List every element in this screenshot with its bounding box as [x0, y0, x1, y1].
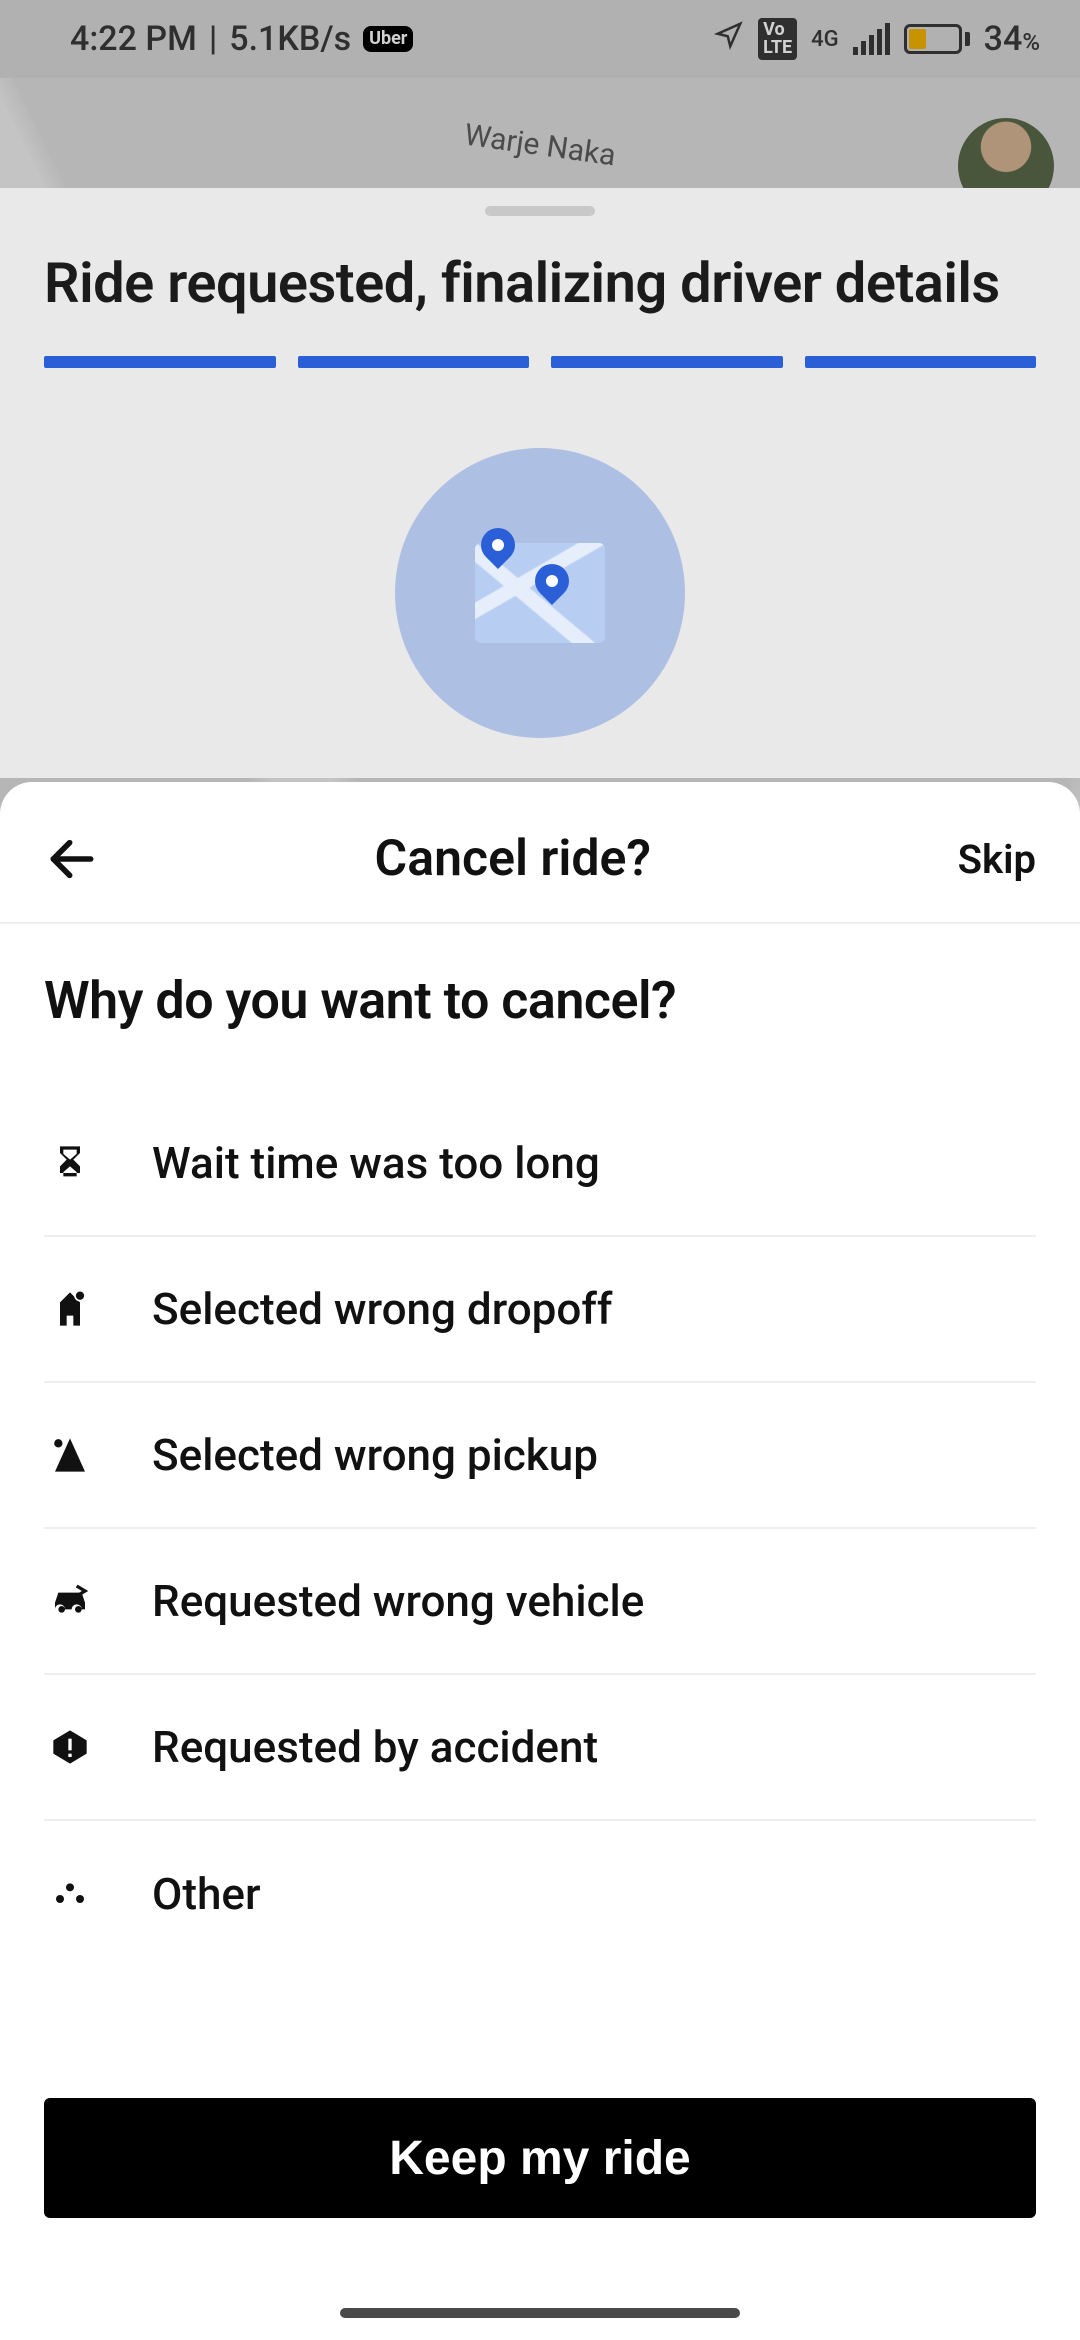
home-indicator[interactable]: [340, 2308, 740, 2318]
skip-button[interactable]: Skip: [958, 836, 1036, 883]
cta-wrap: Keep my ride: [0, 2068, 1080, 2340]
reason-label: Wait time was too long: [152, 1137, 600, 1189]
cancel-ride-modal: Cancel ride? Skip Why do you want to can…: [0, 782, 1080, 2340]
reason-label: Other: [152, 1868, 261, 1920]
reason-label: Selected wrong dropoff: [152, 1283, 612, 1335]
wrong-pickup-icon: [44, 1435, 92, 1475]
wrong-vehicle-icon: [44, 1581, 92, 1621]
progress-segment: [805, 356, 1037, 368]
finding-driver-sheet: Ride requested, finalizing driver detail…: [0, 188, 1080, 778]
reason-wrong-dropoff[interactable]: Selected wrong dropoff: [44, 1237, 1036, 1383]
progress-segment: [44, 356, 276, 368]
status-title: Ride requested, finalizing driver detail…: [0, 216, 1080, 356]
reason-wait-too-long[interactable]: Wait time was too long: [44, 1091, 1036, 1237]
progress-bar: [0, 356, 1080, 368]
reason-label: Requested wrong vehicle: [152, 1575, 644, 1627]
modal-title: Cancel ride?: [68, 830, 958, 888]
wrong-dropoff-icon: [44, 1289, 92, 1329]
keep-ride-button[interactable]: Keep my ride: [44, 2098, 1036, 2218]
cancel-question: Why do you want to cancel?: [44, 970, 1036, 1031]
progress-segment: [298, 356, 530, 368]
modal-header: Cancel ride? Skip: [0, 782, 1080, 924]
finding-illustration: [395, 448, 685, 738]
reason-label: Requested by accident: [152, 1721, 598, 1773]
reason-other[interactable]: Other: [44, 1821, 1036, 1967]
reason-accident[interactable]: Requested by accident: [44, 1675, 1036, 1821]
other-icon: [44, 1874, 92, 1914]
reason-wrong-pickup[interactable]: Selected wrong pickup: [44, 1383, 1036, 1529]
reason-wrong-vehicle[interactable]: Requested wrong vehicle: [44, 1529, 1036, 1675]
progress-segment: [551, 356, 783, 368]
hourglass-icon: [44, 1143, 92, 1183]
reason-label: Selected wrong pickup: [152, 1429, 598, 1481]
modal-body: Why do you want to cancel? Wait time was…: [0, 924, 1080, 2068]
accident-icon: [44, 1727, 92, 1767]
sheet-grip[interactable]: [485, 206, 595, 216]
